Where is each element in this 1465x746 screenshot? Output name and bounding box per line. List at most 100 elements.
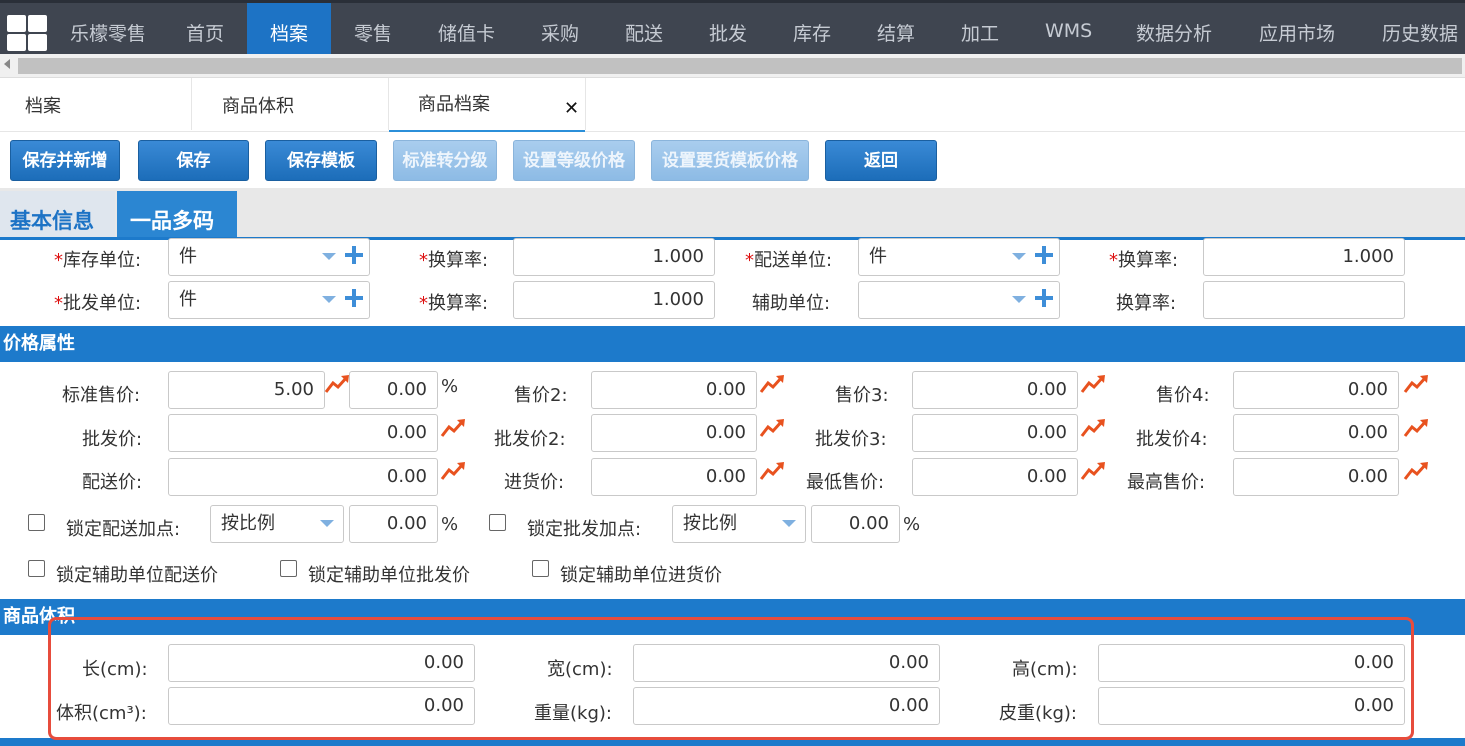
save-and-new-button[interactable]: 保存并新增: [10, 140, 120, 181]
price2-input[interactable]: 0.00: [591, 371, 757, 409]
wholesale-price4-input[interactable]: 0.00: [1233, 414, 1399, 452]
lock-aux-wholesale-checkbox[interactable]: [280, 560, 297, 577]
wholesale-unit-select[interactable]: 件: [168, 281, 370, 319]
nav-item-distribution[interactable]: 配送: [625, 3, 663, 54]
rate1-input[interactable]: 1.000: [513, 238, 715, 276]
set-grade-price-button[interactable]: 设置等级价格: [513, 140, 635, 181]
nav-item-inventory[interactable]: 库存: [793, 3, 831, 54]
purchase-price-input[interactable]: 0.00: [591, 458, 757, 496]
trend-icon[interactable]: [440, 461, 466, 481]
chevron-down-icon[interactable]: [1012, 253, 1026, 260]
percent-sign: %: [903, 514, 921, 535]
chevron-down-icon[interactable]: [1012, 296, 1026, 303]
max-price-input[interactable]: 0.00: [1233, 458, 1399, 496]
lock-aux-purchase-checkbox[interactable]: [532, 560, 549, 577]
nav-item-wms[interactable]: WMS: [1045, 3, 1092, 54]
chevron-down-icon[interactable]: [322, 253, 336, 260]
trend-icon[interactable]: [759, 418, 785, 438]
app-name[interactable]: 乐檬零售: [70, 3, 146, 54]
add-icon[interactable]: [345, 246, 363, 264]
nav-item-purchase[interactable]: 采购: [541, 3, 579, 54]
min-price-input[interactable]: 0.00: [912, 458, 1078, 496]
trend-icon[interactable]: [1080, 418, 1106, 438]
trend-icon[interactable]: [324, 374, 350, 394]
scrollbar-thumb[interactable]: [18, 58, 1462, 74]
rate2-input[interactable]: 1.000: [1203, 238, 1405, 276]
add-icon[interactable]: [1035, 289, 1053, 307]
rate4-input[interactable]: [1203, 281, 1405, 319]
tab-product-archive[interactable]: 商品档案: [389, 78, 585, 132]
nav-item-archive[interactable]: 档案: [247, 3, 331, 54]
length-input[interactable]: 0.00: [168, 644, 475, 682]
chevron-down-icon[interactable]: [782, 520, 796, 527]
close-tab-icon[interactable]: ✕: [564, 98, 579, 119]
distribution-markup-input[interactable]: 0.00: [349, 505, 438, 543]
nav-item-retail[interactable]: 零售: [354, 3, 392, 54]
tab-divider: [585, 78, 586, 130]
save-template-button[interactable]: 保存模板: [265, 140, 377, 181]
wholesale-price3-input[interactable]: 0.00: [912, 414, 1078, 452]
subtab-multi-barcode[interactable]: 一品多码: [117, 191, 237, 239]
price4-input[interactable]: 0.00: [1233, 371, 1399, 409]
subtab-basic-info[interactable]: 基本信息: [0, 191, 115, 239]
standard-price-label: 标准售价:: [62, 385, 141, 406]
nav-item-stored-value-card[interactable]: 储值卡: [438, 3, 495, 54]
nav-item-data-analysis[interactable]: 数据分析: [1136, 3, 1212, 54]
add-icon[interactable]: [345, 289, 363, 307]
trend-icon[interactable]: [1403, 374, 1429, 394]
rate3-label: *换算率:: [419, 293, 489, 314]
wholesale-markup-input[interactable]: 0.00: [811, 505, 900, 543]
back-button[interactable]: 返回: [825, 140, 937, 181]
nav-item-processing[interactable]: 加工: [961, 3, 999, 54]
standard-to-grade-button[interactable]: 标准转分级: [393, 140, 497, 181]
trend-icon[interactable]: [759, 374, 785, 394]
width-input[interactable]: 0.00: [633, 644, 940, 682]
nav-item-wholesale[interactable]: 批发: [709, 3, 747, 54]
trend-icon[interactable]: [1403, 418, 1429, 438]
tab-archive[interactable]: 档案: [25, 78, 61, 132]
nav-item-home[interactable]: 首页: [186, 3, 224, 54]
tab-product-volume[interactable]: 商品体积: [222, 78, 294, 132]
lock-aux-distribution-checkbox[interactable]: [28, 560, 45, 577]
trend-icon[interactable]: [440, 418, 466, 438]
distribution-price-input[interactable]: 0.00: [168, 458, 438, 496]
nav-item-history-data[interactable]: 历史数据: [1382, 3, 1458, 54]
horizontal-scrollbar[interactable]: [0, 54, 1465, 78]
weight-input[interactable]: 0.00: [633, 687, 940, 725]
chevron-down-icon[interactable]: [322, 296, 336, 303]
price-section-header: 价格属性: [0, 326, 1465, 362]
wholesale-price2-label: 批发价2:: [494, 429, 566, 450]
standard-price-input[interactable]: 5.00: [168, 371, 325, 409]
trend-icon[interactable]: [1080, 461, 1106, 481]
app-grid-icon[interactable]: [7, 15, 49, 53]
scroll-left-icon[interactable]: [4, 59, 10, 69]
set-order-template-price-button[interactable]: 设置要货模板价格: [651, 140, 809, 181]
volume-input[interactable]: 0.00: [168, 687, 475, 725]
wholesale-price-input[interactable]: 0.00: [168, 414, 438, 452]
save-button[interactable]: 保存: [138, 140, 249, 181]
rate2-label: *换算率:: [1109, 250, 1179, 271]
price3-input[interactable]: 0.00: [912, 371, 1078, 409]
lock-wholesale-markup-checkbox[interactable]: [489, 514, 506, 531]
lock-aux-distribution-label: 锁定辅助单位配送价: [56, 565, 218, 586]
height-input[interactable]: 0.00: [1098, 644, 1405, 682]
lock-aux-purchase-label: 锁定辅助单位进货价: [560, 565, 722, 586]
trend-icon[interactable]: [759, 461, 785, 481]
distribution-unit-select[interactable]: 件: [858, 238, 1060, 276]
stock-unit-select[interactable]: 件: [168, 238, 370, 276]
add-icon[interactable]: [1035, 246, 1053, 264]
standard-price-percent-input[interactable]: 0.00: [349, 371, 438, 409]
lock-distribution-markup-checkbox[interactable]: [28, 514, 45, 531]
aux-unit-select[interactable]: [858, 281, 1060, 319]
wholesale-price2-input[interactable]: 0.00: [591, 414, 757, 452]
rate3-input[interactable]: 1.000: [513, 281, 715, 319]
nav-item-app-market[interactable]: 应用市场: [1259, 3, 1335, 54]
lock-distribution-markup-label: 锁定配送加点:: [66, 519, 181, 540]
chevron-down-icon[interactable]: [320, 520, 334, 527]
tare-label: 皮重(kg):: [999, 703, 1077, 724]
tare-input[interactable]: 0.00: [1098, 687, 1405, 725]
nav-item-settlement[interactable]: 结算: [877, 3, 915, 54]
trend-icon[interactable]: [1403, 461, 1429, 481]
price3-label: 售价3:: [835, 385, 889, 406]
trend-icon[interactable]: [1080, 374, 1106, 394]
